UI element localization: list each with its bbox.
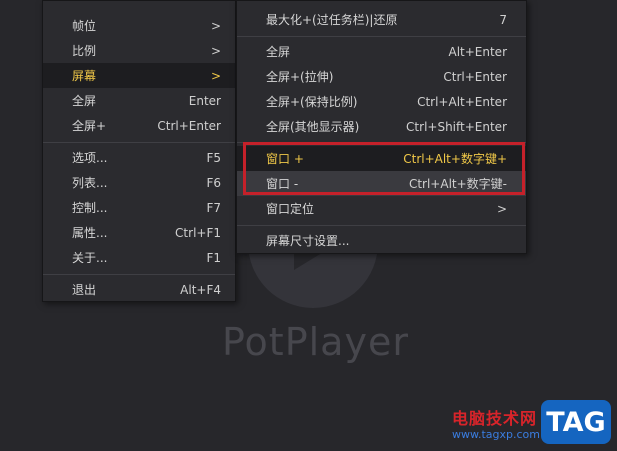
menu-item-screen[interactable]: 屏幕 > bbox=[43, 63, 235, 88]
menu-item-maximize-restore[interactable]: 最大化+(过任务栏)|还原 7 bbox=[237, 7, 526, 32]
menu-separator bbox=[43, 142, 235, 143]
menu-item-screen-size-settings[interactable]: 屏幕尺寸设置... bbox=[237, 228, 526, 253]
menu-separator bbox=[237, 225, 526, 226]
menu-separator bbox=[237, 142, 526, 143]
menu-item-options[interactable]: 选项... F5 bbox=[43, 145, 235, 170]
menu-item-frame-position[interactable]: 帧位 > bbox=[43, 13, 235, 38]
menu-item-shortcut: Ctrl+Shift+Enter bbox=[406, 119, 507, 134]
menu-item-exit[interactable]: 退出 Alt+F4 bbox=[43, 277, 235, 302]
menu-item-label: 关于... bbox=[72, 251, 108, 265]
menu-item-shortcut: Ctrl+Alt+Enter bbox=[417, 94, 507, 109]
menu-item-label: 全屏 bbox=[266, 45, 291, 59]
menu-item-label: 列表... bbox=[72, 176, 108, 190]
menu-item-label: 帧位 bbox=[72, 19, 97, 33]
menu-item-label: 全屏 bbox=[72, 94, 97, 108]
menu-item-label: 最大化+(过任务栏)|还原 bbox=[266, 13, 398, 27]
menu-item-shortcut: Enter bbox=[188, 93, 221, 108]
menu-item-label: 全屏+ bbox=[72, 119, 107, 133]
menu-item-fullscreen-plus[interactable]: 全屏+ Ctrl+Enter bbox=[43, 113, 235, 138]
player-logo-text: PotPlayer bbox=[222, 320, 409, 364]
menu-item-label: 控制... bbox=[72, 201, 108, 215]
submenu-arrow-icon: > bbox=[210, 43, 221, 58]
watermark-url: www.tagxp.com bbox=[452, 428, 540, 441]
submenu-arrow-icon: > bbox=[210, 18, 221, 33]
menu-item-shortcut: Alt+F4 bbox=[180, 282, 221, 297]
menu-separator bbox=[237, 36, 526, 37]
menu-item-shortcut: Ctrl+Enter bbox=[443, 69, 507, 84]
menu-item-fullscreen[interactable]: 全屏 Alt+Enter bbox=[237, 39, 526, 64]
menu-item-properties[interactable]: 属性... Ctrl+F1 bbox=[43, 220, 235, 245]
menu-item-label: 屏幕 bbox=[72, 69, 97, 83]
menu-item-shortcut: 7 bbox=[499, 12, 507, 27]
menu-item-shortcut: Alt+Enter bbox=[448, 44, 507, 59]
menu-item-about[interactable]: 关于... F1 bbox=[43, 245, 235, 270]
menu-item-shortcut: Ctrl+Alt+数字键+ bbox=[403, 152, 507, 166]
menu-item-label: 屏幕尺寸设置... bbox=[266, 234, 350, 248]
menu-item-label: 全屏+(保持比例) bbox=[266, 95, 358, 109]
context-menu-main: 帧位 > 比例 > 屏幕 > 全屏 Enter 全屏+ Ctrl+Enter 选… bbox=[42, 0, 236, 302]
menu-item-label: 窗口 + bbox=[266, 152, 304, 166]
menu-item-label: 属性... bbox=[72, 226, 108, 240]
submenu-arrow-icon: > bbox=[210, 68, 221, 83]
menu-item-label: 窗口 - bbox=[266, 177, 299, 191]
menu-item-control[interactable]: 控制... F7 bbox=[43, 195, 235, 220]
menu-item-label: 比例 bbox=[72, 44, 97, 58]
context-submenu-screen: 最大化+(过任务栏)|还原 7 全屏 Alt+Enter 全屏+(拉伸) Ctr… bbox=[236, 0, 527, 254]
menu-item-fullscreen[interactable]: 全屏 Enter bbox=[43, 88, 235, 113]
menu-item-label: 全屏+(拉伸) bbox=[266, 70, 334, 84]
menu-item-label: 窗口定位 bbox=[266, 202, 315, 216]
menu-item-label: 退出 bbox=[72, 283, 97, 297]
menu-item-shortcut: F5 bbox=[206, 150, 221, 165]
menu-item-fullscreen-keep-ratio[interactable]: 全屏+(保持比例) Ctrl+Alt+Enter bbox=[237, 89, 526, 114]
menu-item-window-shrink[interactable]: 窗口 - Ctrl+Alt+数字键- bbox=[237, 171, 526, 196]
menu-item-shortcut: F1 bbox=[206, 250, 221, 265]
submenu-arrow-icon: > bbox=[496, 201, 507, 216]
menu-item-fullscreen-other-monitor[interactable]: 全屏(其他显示器) Ctrl+Shift+Enter bbox=[237, 114, 526, 139]
menu-separator bbox=[43, 274, 235, 275]
menu-item-shortcut: F6 bbox=[206, 175, 221, 190]
menu-item-playlist[interactable]: 列表... F6 bbox=[43, 170, 235, 195]
menu-item-shortcut: Ctrl+F1 bbox=[175, 225, 221, 240]
menu-item-label: 选项... bbox=[72, 151, 108, 165]
menu-item-label: 全屏(其他显示器) bbox=[266, 120, 360, 134]
menu-item-shortcut: Ctrl+Enter bbox=[157, 118, 221, 133]
menu-item-shortcut: F7 bbox=[206, 200, 221, 215]
watermark-site-name: 电脑技术网 bbox=[452, 409, 538, 428]
menu-item-shortcut: Ctrl+Alt+数字键- bbox=[408, 177, 507, 191]
watermark-tag-logo: TAG bbox=[541, 400, 611, 444]
menu-item-window-position[interactable]: 窗口定位 > bbox=[237, 196, 526, 221]
menu-item-aspect-ratio[interactable]: 比例 > bbox=[43, 38, 235, 63]
menu-item-window-enlarge[interactable]: 窗口 + Ctrl+Alt+数字键+ bbox=[237, 146, 526, 171]
menu-item-fullscreen-stretch[interactable]: 全屏+(拉伸) Ctrl+Enter bbox=[237, 64, 526, 89]
